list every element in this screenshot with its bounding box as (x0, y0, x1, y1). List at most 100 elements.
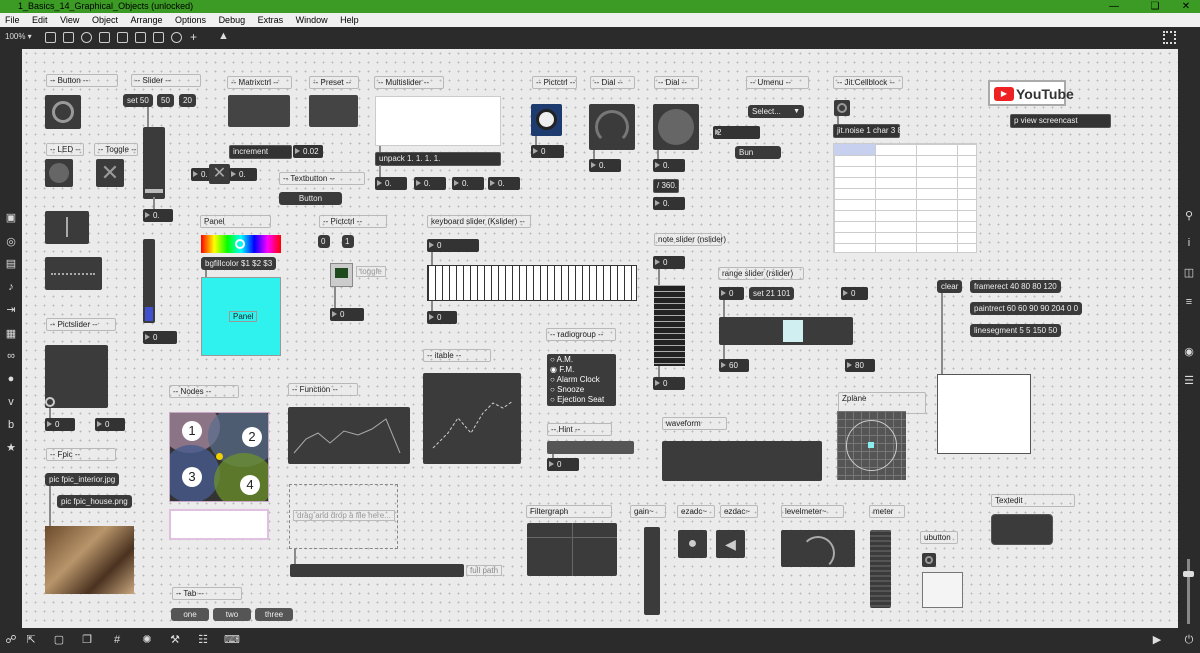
ubutton-bang[interactable] (922, 553, 936, 567)
minimize-icon[interactable]: — (1100, 0, 1128, 13)
film-icon[interactable]: ▤ (4, 257, 18, 271)
keyboard-slider[interactable] (427, 265, 637, 301)
filtergraph[interactable] (527, 523, 617, 576)
speaker-icon[interactable]: ◀ (716, 530, 745, 558)
nodes[interactable]: 1 2 3 4 (169, 412, 269, 502)
b-icon[interactable]: b (4, 418, 18, 432)
patch-cord-icon[interactable]: ✺ (140, 633, 154, 647)
increment-object[interactable]: increment (229, 145, 292, 159)
camera-icon[interactable]: ◉ (1182, 345, 1196, 359)
range-slider[interactable] (719, 317, 853, 345)
rslider-low-number[interactable]: 60 (719, 359, 749, 372)
nslider-number-1[interactable]: 0 (653, 256, 685, 269)
slider-icon[interactable] (153, 32, 164, 43)
unpack-number-2[interactable]: 0. (414, 177, 446, 190)
slider-2[interactable] (143, 239, 155, 323)
button-icon[interactable] (99, 32, 110, 43)
power-icon[interactable]: ⏻ (1182, 633, 1196, 647)
grid-toggle-icon[interactable]: # (110, 633, 124, 647)
bun-message[interactable]: Bun (735, 146, 781, 159)
paint-icon[interactable]: ▲ (218, 30, 229, 42)
comment-icon[interactable] (81, 32, 92, 43)
patcher-canvas[interactable]: -- Button -- -- Slider -- set 50 50 20 0… (22, 49, 1178, 628)
pictslider[interactable] (45, 345, 108, 408)
menu-options[interactable]: Options (170, 13, 211, 27)
radio-snooze[interactable]: ○ Snooze (550, 385, 613, 395)
columns-icon[interactable]: ◫ (1182, 266, 1196, 280)
keyboard-icon[interactable]: ⌨ (224, 633, 240, 647)
jit-cellblock-button[interactable] (834, 100, 850, 116)
zplane[interactable] (837, 411, 906, 480)
unpack-object[interactable]: unpack 1. 1. 1. 1. (375, 152, 501, 166)
dial-icon[interactable] (171, 32, 182, 43)
tab-one[interactable]: one (171, 608, 209, 621)
dotted-slider[interactable] (45, 257, 102, 290)
menu-window[interactable]: Window (291, 13, 333, 27)
matrixctrl[interactable] (228, 95, 290, 127)
lock-icon[interactable]: ☍ (4, 633, 18, 647)
pictctrl-toggle[interactable] (330, 263, 353, 287)
filepath-field[interactable] (290, 564, 464, 577)
panel[interactable]: Panel (201, 277, 281, 356)
search-icon[interactable]: ⚲ (1182, 209, 1196, 223)
add-icon[interactable]: + (190, 30, 197, 44)
dial2-number[interactable]: 0. (653, 159, 685, 172)
slider2-number[interactable]: 0 (143, 331, 177, 344)
list-icon[interactable]: ≡ (1182, 295, 1196, 309)
star-icon[interactable]: ★ (4, 441, 18, 455)
menu-debug[interactable]: Debug (214, 13, 251, 27)
target-icon[interactable]: ◎ (4, 235, 18, 249)
jit-cellblock-grid[interactable] (833, 143, 977, 253)
menu-arrange[interactable]: Arrange (125, 13, 167, 27)
node-2[interactable]: 2 (242, 427, 262, 447)
comment-bubble-icon[interactable]: ▢ (52, 633, 66, 647)
toggle-icon[interactable] (117, 32, 128, 43)
node-1[interactable]: 1 (182, 421, 202, 441)
unpack-number-3[interactable]: 0. (452, 177, 484, 190)
pic-house-message[interactable]: pic fpic_house.png (57, 495, 132, 508)
paintrect-message[interactable]: paintrect 60 60 90 90 204 0 0 (970, 302, 1083, 315)
grid-icon[interactable] (1163, 31, 1176, 44)
pictslider-number-1[interactable]: 0 (45, 418, 75, 431)
msg-0[interactable]: 0 (318, 235, 330, 248)
preset[interactable] (309, 95, 358, 127)
msg-1[interactable]: 1 (342, 235, 354, 248)
hint-number[interactable]: 0 (547, 458, 579, 471)
dial2-number-2[interactable]: 0. (653, 197, 685, 210)
nslider-number-2[interactable]: 0 (653, 377, 685, 390)
kslider-number-2[interactable]: 0 (427, 311, 457, 324)
gain-slider[interactable] (644, 527, 660, 615)
tab-two[interactable]: two (213, 608, 251, 621)
new-message-icon[interactable] (63, 32, 74, 43)
wrench-icon[interactable]: ⚒ (168, 633, 182, 647)
kslider-number-1[interactable]: 0 (427, 239, 479, 252)
dial-2[interactable] (653, 104, 699, 150)
p-view-screencast-object[interactable]: p view screencast (1010, 114, 1111, 128)
maximize-icon[interactable]: ❏ (1141, 0, 1169, 13)
unpack-number-4[interactable]: 0. (488, 177, 520, 190)
divide-360-object[interactable]: / 360. (653, 179, 679, 193)
dial-1[interactable] (589, 104, 635, 150)
umenu-number[interactable]: 2 (713, 126, 760, 139)
radiogroup[interactable]: ○ A.M. ◉ F.M. ○ Alarm Clock ○ Snooze ○ E… (547, 354, 616, 406)
menu-object[interactable]: Object (87, 13, 123, 27)
lcd[interactable] (937, 374, 1031, 454)
crossfade-toggle[interactable]: ✕ (209, 164, 230, 184)
radio-fm[interactable]: ◉ F.M. (550, 365, 613, 375)
zoom-level[interactable]: 100% ▾ (5, 32, 32, 41)
menu-file[interactable]: File (0, 13, 25, 27)
umenu-dropdown[interactable]: Select... ▼ (748, 105, 804, 118)
volume-handle[interactable] (1183, 571, 1194, 577)
presentation-icon[interactable]: ⇱ (24, 633, 38, 647)
info-icon[interactable]: i (1182, 236, 1196, 250)
radio-ejection-seat[interactable]: ○ Ejection Seat (550, 395, 613, 405)
note-slider[interactable] (654, 285, 685, 366)
vertical-slider[interactable] (143, 127, 165, 199)
set-50-message[interactable]: set 50 (123, 94, 153, 107)
cube-icon[interactable]: ▣ (4, 211, 18, 225)
msg-20[interactable]: 20 (179, 94, 196, 107)
windows-icon[interactable]: ❐ (80, 633, 94, 647)
menu-edit[interactable]: Edit (27, 13, 53, 27)
framerect-message[interactable]: framerect 40 80 80 120 (970, 280, 1061, 293)
multislider[interactable] (375, 96, 501, 146)
